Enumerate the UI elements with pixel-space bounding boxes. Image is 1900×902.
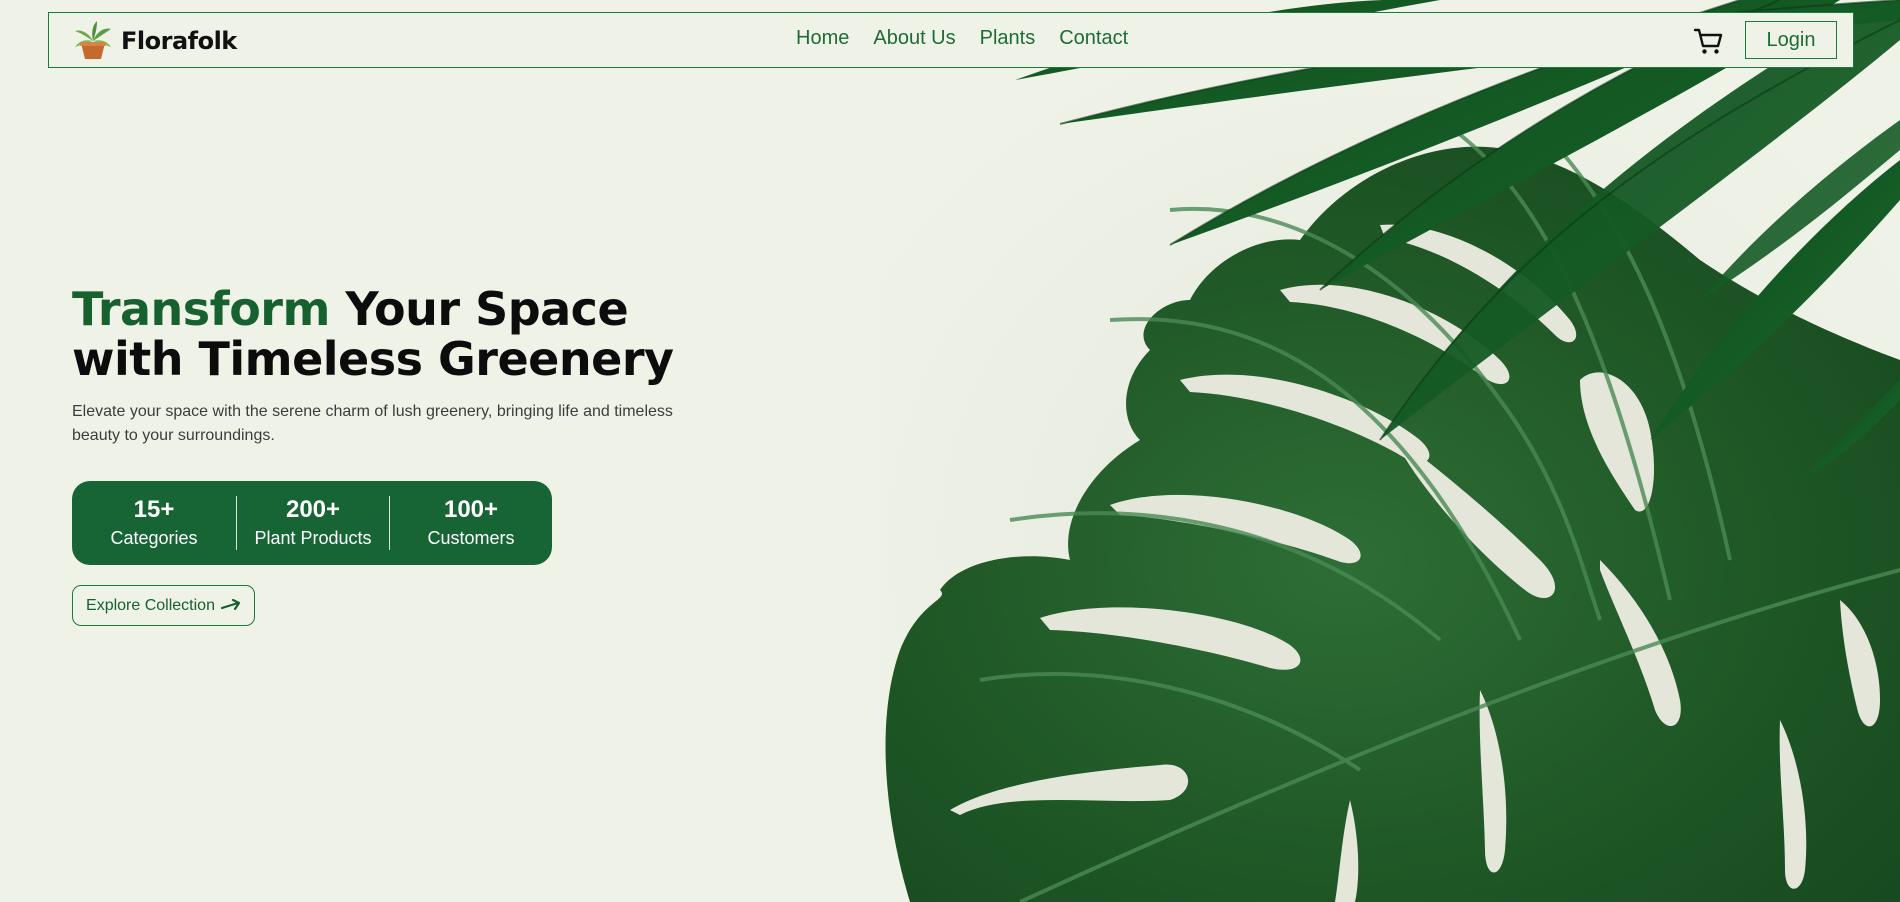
explore-collection-button[interactable]: Explore Collection (72, 585, 255, 626)
nav-link-home[interactable]: Home (796, 27, 849, 50)
nav-link-plants[interactable]: Plants (980, 27, 1036, 50)
hero-title-line1-rest: Your Space (329, 282, 629, 336)
primary-nav: Home About Us Plants Contact (796, 27, 1128, 50)
potted-plant-icon (75, 21, 111, 59)
arrow-right-icon (220, 598, 241, 610)
stat-value: 200+ (285, 496, 341, 523)
hero-title-line2: with Timeless Greenery (72, 332, 674, 386)
shopping-cart-icon[interactable] (1692, 25, 1724, 57)
hero-description: Elevate your space with the serene charm… (72, 403, 673, 444)
nav-link-contact[interactable]: Contact (1059, 27, 1128, 50)
stat-plant-products: 200+ Plant Products (236, 496, 389, 550)
stat-value: 100+ (443, 496, 499, 523)
hero-title-accent: Transform (72, 282, 330, 336)
stat-customers: 100+ Customers (389, 496, 552, 550)
stat-categories: 15+ Categories (72, 496, 236, 550)
hero-title: Transform Your Space with Timeless Green… (72, 284, 674, 384)
stat-label: Categories (110, 528, 198, 548)
stat-value: 15+ (133, 496, 175, 523)
explore-collection-label: Explore Collection (86, 596, 215, 614)
brand-name: Florafolk (121, 27, 237, 55)
stat-label: Customers (427, 528, 515, 548)
monstera-leaf-illustration (880, 0, 1900, 902)
navbar: Florafolk Home About Us Plants Contact L… (48, 12, 1854, 68)
nav-link-about-us[interactable]: About Us (873, 27, 955, 50)
stats-panel: 15+ Categories 200+ Plant Products 100+ … (72, 481, 552, 565)
brand-logo[interactable]: Florafolk (71, 19, 237, 63)
login-button[interactable]: Login (1745, 21, 1837, 59)
stat-label: Plant Products (254, 528, 372, 548)
